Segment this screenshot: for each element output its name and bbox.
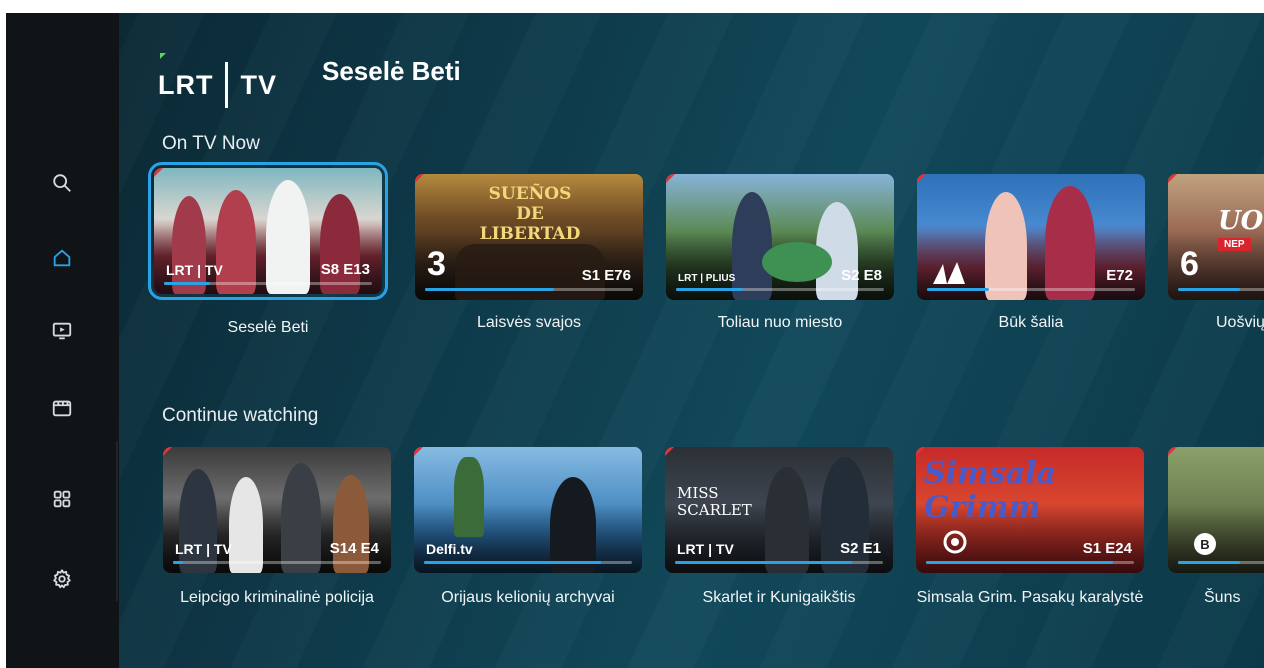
logo-divider (225, 62, 229, 108)
channel-logo-small: 3 (427, 245, 446, 283)
card-continue-4[interactable]: Simsala Grimm S1 E24 (916, 447, 1144, 573)
progress-bar (425, 288, 633, 291)
gear-icon[interactable] (48, 565, 76, 593)
card-label: Simsala Grim. Pasakų karalystė (916, 589, 1144, 606)
progress-bar (164, 282, 372, 285)
show-subtitle-art: NEP (1218, 238, 1251, 251)
episode-badge: S8 E13 (320, 261, 370, 278)
logo-mark (160, 53, 166, 59)
progress-bar (927, 288, 1135, 291)
sidebar (6, 13, 119, 668)
live-badge (1168, 174, 1177, 183)
card-label: Šuns (1204, 589, 1241, 606)
section-title-on-tv-now: On TV Now (162, 133, 260, 154)
episode-badge: S2 E1 (840, 540, 881, 557)
progress-bar (424, 561, 632, 564)
channel-logo-small: LRT | TV (677, 541, 734, 557)
channel-logo-small: Delfi.tv (426, 541, 473, 557)
channel-logo-small: B (1194, 533, 1216, 555)
show-title-art: Simsala Grimm (924, 456, 1056, 525)
card-continue-2[interactable]: Delfi.tv (414, 447, 642, 573)
progress-bar (675, 561, 883, 564)
live-badge (415, 174, 424, 183)
logo-right-text: TV (240, 69, 277, 100)
card-label: Seselė Beti (227, 319, 309, 336)
search-icon[interactable] (48, 169, 76, 197)
card-continue-1[interactable]: LRT | TV S14 E4 (163, 447, 391, 573)
live-badge (666, 174, 675, 183)
show-title-art: MISS SCARLET (677, 484, 752, 519)
card-on-tv-now-1[interactable]: LRT | TV S8 E13 (148, 162, 388, 300)
card-label: Toliau nuo miesto (717, 314, 843, 331)
progress-badge (916, 447, 925, 456)
card-label: Būk šalia (998, 314, 1064, 331)
show-title-art: SUEÑOS DE LIBERTAD (479, 184, 581, 244)
episode-badge: S14 E4 (329, 540, 379, 557)
sidebar-divider (116, 441, 118, 601)
episode-badge: S1 E24 (1082, 540, 1132, 557)
card-on-tv-now-5[interactable]: UO NEP 6 (1168, 174, 1264, 300)
card-label: Leipcigo kriminalinė policija (180, 589, 374, 606)
card-on-tv-now-4[interactable]: E72 (917, 174, 1145, 300)
progress-badge (1168, 447, 1177, 456)
progress-badge (665, 447, 674, 456)
card-label: Laisvės svajos (476, 314, 582, 331)
episode-badge: S2 E8 (841, 267, 882, 284)
card-continue-5[interactable]: B (1168, 447, 1264, 573)
logo-left-text: LRT (158, 69, 214, 100)
channel-logo-small (942, 529, 968, 555)
channel-logo-small: LRT | PLIUS (678, 273, 736, 284)
channel-logo-small: 6 (1180, 245, 1199, 283)
progress-bar (1178, 561, 1264, 564)
card-continue-3[interactable]: MISS SCARLET LRT | TV S2 E1 (665, 447, 893, 573)
card-on-tv-now-3[interactable]: LRT | PLIUS S2 E8 (666, 174, 894, 300)
card-on-tv-now-2[interactable]: SUEÑOS DE LIBERTAD 3 S1 E76 (415, 174, 643, 300)
card-label: Skarlet ir Kunigaikštis (702, 589, 856, 606)
home-icon[interactable] (48, 244, 76, 272)
live-badge (917, 174, 926, 183)
episode-badge: E72 (1106, 267, 1133, 284)
card-label: Uošvių (1216, 314, 1264, 331)
grid-icon[interactable] (48, 485, 76, 513)
progress-bar (926, 561, 1134, 564)
progress-bar (676, 288, 884, 291)
card-label: Orijaus kelionių archyvai (441, 589, 615, 606)
episode-badge: S1 E76 (581, 267, 631, 284)
progress-badge (414, 447, 423, 456)
section-title-continue-watching: Continue watching (162, 405, 319, 426)
thumbnail (1168, 447, 1264, 573)
clapperboard-icon[interactable] (48, 394, 76, 422)
show-title-art: UO (1218, 206, 1264, 236)
channel-logo: LRT TV (158, 53, 277, 117)
channel-logo-small: LRT | TV (166, 262, 223, 278)
progress-badge (163, 447, 172, 456)
live-badge (154, 168, 163, 177)
tv-icon[interactable] (48, 317, 76, 345)
channel-logo-small: LRT | TV (175, 541, 232, 557)
channel-logo-small (931, 258, 967, 286)
channel-title: Seselė Beti (322, 56, 461, 86)
progress-bar (173, 561, 381, 564)
progress-bar (1178, 288, 1264, 291)
channel-b-badge: B (1194, 533, 1216, 555)
tv-screen: LRT TV Seselė Beti On TV Now LRT | TV S8… (6, 13, 1264, 668)
